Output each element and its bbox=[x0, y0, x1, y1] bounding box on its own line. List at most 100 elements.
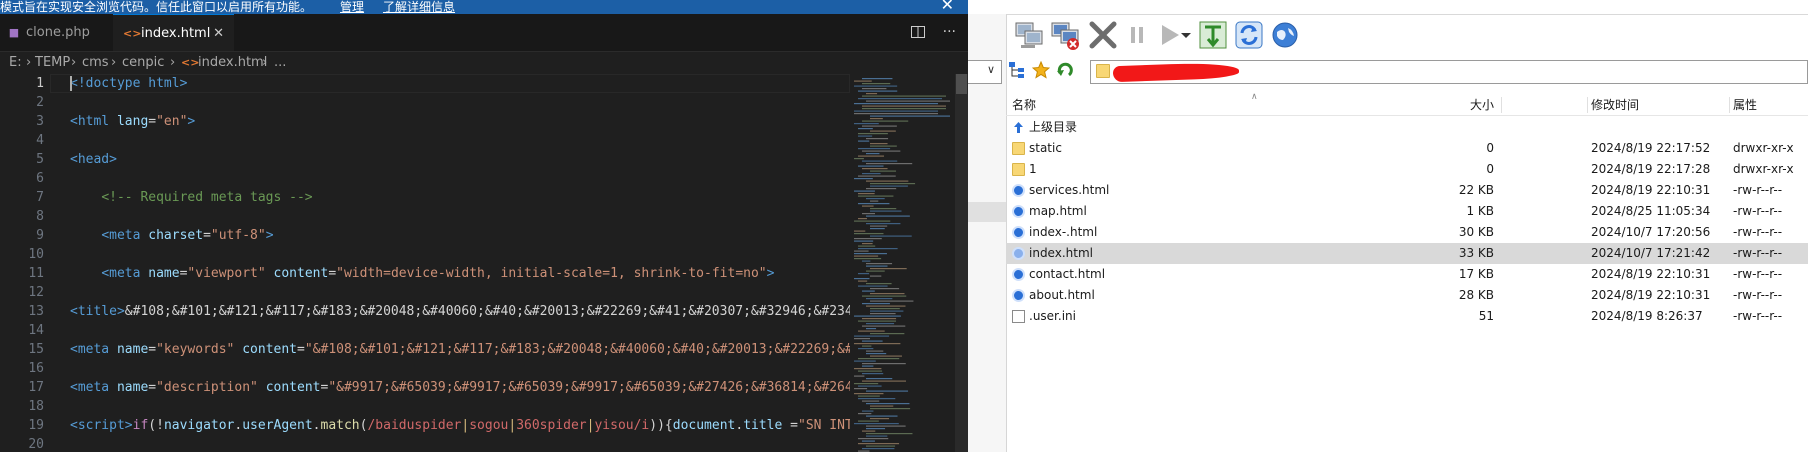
file-row[interactable]: index-.html 30 KB 2024/10/7 17:20:56 -rw-r-… bbox=[1006, 222, 1808, 243]
breadcrumb-item[interactable]: index.html bbox=[198, 52, 267, 74]
code-token: name bbox=[116, 342, 149, 357]
code-line[interactable]: <meta name="description" content="&#9917… bbox=[70, 378, 861, 397]
minimap-line bbox=[858, 395, 880, 397]
stop-icon[interactable] bbox=[1086, 18, 1120, 52]
refresh-arrow-icon[interactable] bbox=[1056, 61, 1074, 79]
minimap-line bbox=[862, 345, 872, 347]
file-mtime: 2024/8/19 22:10:31 bbox=[1591, 267, 1711, 281]
breadcrumb-item[interactable]: cms bbox=[82, 52, 109, 74]
code-token: "en" bbox=[156, 114, 188, 129]
pause-icon[interactable] bbox=[1120, 18, 1154, 52]
file-permissions: -rw-r--r-- bbox=[1733, 246, 1783, 260]
breadcrumb-sep: › bbox=[71, 55, 77, 70]
breadcrumb-item[interactable]: E: bbox=[9, 52, 22, 74]
minimap-line bbox=[866, 163, 913, 165]
code-line[interactable]: <!-- Required meta tags --> bbox=[70, 188, 312, 207]
code-line[interactable]: <meta name="keywords" content="&#108;&#1… bbox=[70, 340, 861, 359]
code-line[interactable]: <html lang="en"> bbox=[70, 112, 195, 131]
code-line[interactable]: <head> bbox=[70, 150, 117, 169]
minimap-line bbox=[854, 335, 890, 337]
split-editor-icon[interactable] bbox=[910, 24, 926, 40]
column-name[interactable]: 名称 bbox=[1012, 95, 1036, 115]
minimap-line bbox=[854, 250, 869, 252]
minimap-line bbox=[870, 115, 950, 117]
column-divider[interactable] bbox=[1587, 97, 1588, 113]
disconnect-icon[interactable] bbox=[1048, 18, 1082, 52]
code-line[interactable]: <!doctype html> bbox=[70, 74, 187, 93]
line-number: 7 bbox=[36, 190, 44, 205]
breadcrumb-item[interactable]: ... bbox=[274, 52, 286, 74]
file-name: 1 bbox=[1029, 162, 1037, 176]
local-path-dropdown[interactable]: ∨ bbox=[968, 60, 1002, 84]
web-icon[interactable] bbox=[1268, 18, 1302, 52]
tree-icon[interactable] bbox=[1008, 61, 1026, 79]
breadcrumb-item[interactable]: TEMP bbox=[35, 52, 70, 74]
minimap-line bbox=[854, 375, 865, 377]
tab-clone-php[interactable]: ■ clone.php bbox=[0, 14, 113, 51]
minimap-line bbox=[858, 133, 888, 135]
banner-manage-link[interactable]: 管理 bbox=[340, 0, 364, 14]
column-divider[interactable] bbox=[1729, 97, 1730, 113]
html-file-icon bbox=[1012, 184, 1025, 197]
file-permissions: -rw-r--r-- bbox=[1733, 225, 1783, 239]
file-row[interactable]: map.html 1 KB 2024/8/25 11:05:34 -rw-r--r-- bbox=[1006, 201, 1808, 222]
column-size[interactable]: 大小 bbox=[1470, 95, 1494, 115]
favorite-star-icon[interactable] bbox=[1032, 61, 1050, 79]
breadcrumb-item[interactable]: cenpic bbox=[122, 52, 164, 74]
scrollbar-thumb[interactable] bbox=[956, 74, 967, 94]
code-token: title bbox=[743, 418, 783, 433]
tab-close-icon[interactable]: ✕ bbox=[213, 15, 224, 52]
minimap-line bbox=[870, 228, 885, 230]
code-token: = bbox=[782, 418, 798, 433]
vertical-scrollbar[interactable] bbox=[955, 74, 968, 452]
file-row[interactable]: 1 0 2024/8/19 22:17:28 drwxr-xr-x bbox=[1006, 159, 1808, 180]
code-line[interactable]: <script>if(!navigator.userAgent.match(/b… bbox=[70, 416, 861, 435]
minimap-line bbox=[858, 398, 896, 400]
minimap-line bbox=[866, 390, 909, 392]
code-line[interactable]: <meta name="viewport" content="width=dev… bbox=[70, 264, 774, 283]
file-row[interactable]: services.html 22 KB 2024/8/19 22:10:31 -rw-… bbox=[1006, 180, 1808, 201]
refresh-icon[interactable] bbox=[1232, 18, 1266, 52]
file-name: services.html bbox=[1029, 183, 1110, 197]
file-row[interactable]: static 0 2024/8/19 22:17:52 drwxr-xr-x bbox=[1006, 138, 1808, 159]
code-token: <head> bbox=[70, 152, 117, 167]
file-row[interactable]: index.html 33 KB 2024/10/7 17:21:42 -rw-r--… bbox=[1006, 243, 1808, 264]
code-line[interactable]: <meta charset="utf-8"> bbox=[70, 226, 273, 245]
tab-index-html[interactable]: <>index.html ✕ bbox=[113, 14, 234, 51]
minimap-line bbox=[870, 308, 900, 310]
minimap-line bbox=[854, 343, 901, 345]
parent-directory-row[interactable]: 上级目录 bbox=[1006, 117, 1808, 138]
banner-learn-more-link[interactable]: 了解详细信息 bbox=[383, 0, 455, 14]
sync-icon[interactable] bbox=[1196, 18, 1230, 52]
column-mtime[interactable]: 修改时间 bbox=[1591, 95, 1639, 115]
minimap-line bbox=[854, 113, 938, 115]
minimap-line bbox=[870, 185, 908, 187]
minimap-line bbox=[866, 350, 884, 352]
minimap-line bbox=[870, 208, 897, 210]
line-number: 19 bbox=[28, 418, 44, 433]
file-row[interactable]: .user.ini 51 2024/8/19 8:26:37 -rw-r--r-- bbox=[1006, 306, 1808, 327]
code-token: = bbox=[328, 266, 337, 281]
minimap-line bbox=[862, 295, 907, 297]
column-divider[interactable] bbox=[1501, 97, 1502, 113]
file-row[interactable]: contact.html 17 KB 2024/8/19 22:10:31 -rw-r… bbox=[1006, 264, 1808, 285]
connect-icon[interactable] bbox=[1012, 18, 1046, 52]
minimap-line bbox=[866, 215, 910, 217]
minimap-line bbox=[866, 428, 886, 430]
minimap-line bbox=[866, 323, 895, 325]
column-perm[interactable]: 属性 bbox=[1733, 95, 1757, 115]
minimap-line bbox=[854, 315, 901, 317]
more-actions-icon[interactable]: ··· bbox=[943, 24, 956, 40]
code-token: &#108;&#101;&#121;&#117;&#183;&#20048;&#… bbox=[124, 304, 861, 319]
minimap-line bbox=[862, 205, 874, 207]
banner-close-icon[interactable]: ✕ bbox=[941, 0, 954, 13]
dropdown-icon[interactable] bbox=[1176, 18, 1196, 52]
code-token: sogou bbox=[469, 418, 509, 433]
code-area[interactable]: 1 <!doctype html> 2 3 <html lang="en"> 4 5 <hea… bbox=[0, 74, 860, 452]
code-line[interactable]: <title>&#108;&#101;&#121;&#117;&#183;&#2… bbox=[70, 302, 861, 321]
minimap[interactable] bbox=[850, 74, 955, 452]
minimap-line bbox=[862, 150, 901, 152]
code-token: "viewport" bbox=[187, 266, 266, 281]
file-row[interactable]: about.html 28 KB 2024/8/19 22:10:31 -rw-r--… bbox=[1006, 285, 1808, 306]
